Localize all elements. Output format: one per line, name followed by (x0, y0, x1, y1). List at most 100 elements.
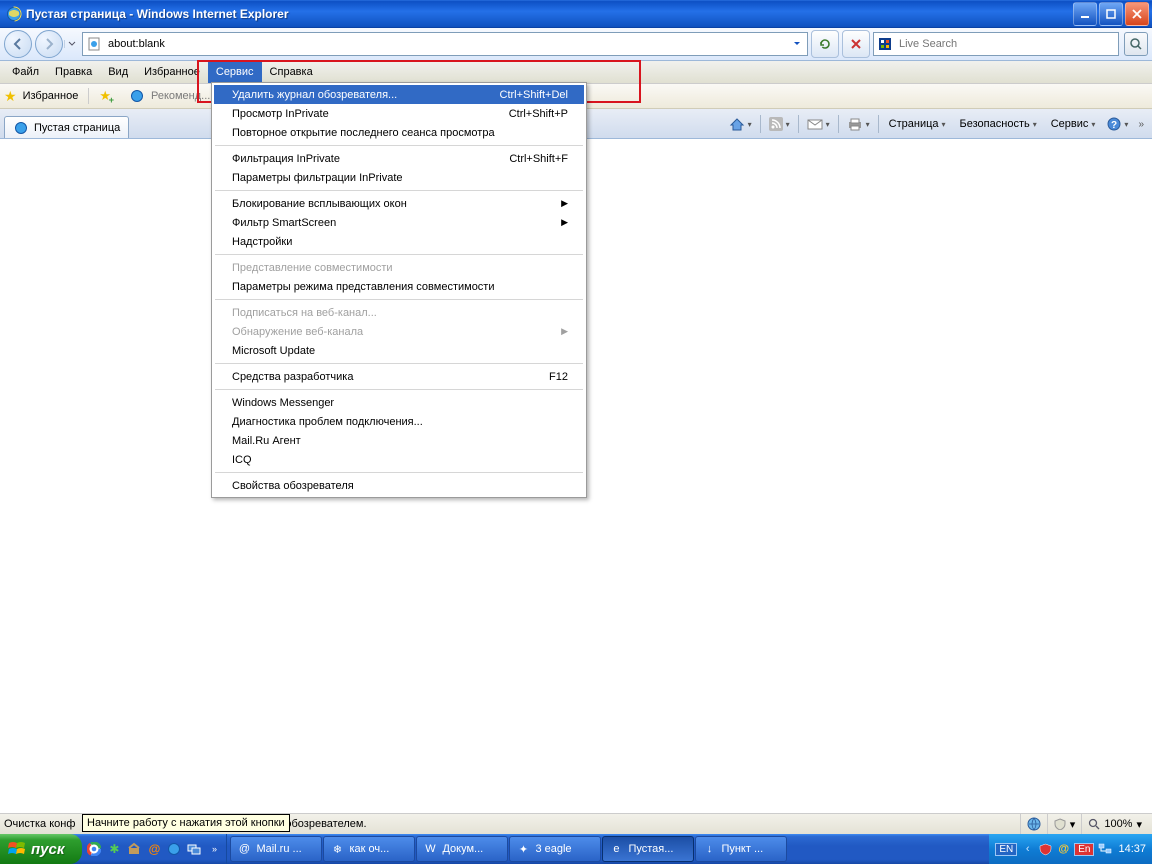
menu-item-5[interactable]: Справка (262, 61, 321, 83)
start-label: пуск (31, 841, 64, 858)
ql-chrome-icon[interactable] (85, 840, 103, 858)
ql-ie-icon[interactable] (165, 840, 183, 858)
separator (878, 115, 879, 133)
status-zoom[interactable]: 100%▾ (1081, 814, 1148, 834)
menu-entry-label: Повторное открытие последнего сеанса про… (232, 127, 568, 139)
menu-item-2[interactable]: Вид (100, 61, 136, 83)
address-dropdown[interactable] (789, 40, 804, 48)
taskbar-item[interactable]: ✦3 eagle (509, 836, 601, 862)
mail-button[interactable]: ▾ (803, 113, 834, 135)
menu-item-0[interactable]: Файл (4, 61, 47, 83)
taskbar-item-icon: W (422, 841, 438, 857)
favorites-star-icon[interactable]: ★ (4, 88, 17, 105)
menu-item-3[interactable]: Избранное (136, 61, 208, 83)
tray-network-icon[interactable] (1097, 842, 1112, 857)
print-button[interactable]: ▾ (843, 113, 874, 135)
lang-indicator-2[interactable]: En (1074, 843, 1094, 856)
menu-entry-label: Свойства обозревателя (232, 480, 568, 492)
taskbar-item[interactable]: ❄как оч... (323, 836, 415, 862)
menu-entry[interactable]: Повторное открытие последнего сеанса про… (214, 123, 584, 142)
tray-mail-icon[interactable]: @ (1056, 842, 1071, 857)
taskbar-item-icon: ❄ (329, 841, 345, 857)
menu-item-1[interactable]: Правка (47, 61, 100, 83)
lang-indicator-1[interactable]: EN (995, 843, 1017, 856)
ql-icon-3[interactable] (125, 840, 143, 858)
nav-history-dropdown[interactable] (64, 40, 79, 48)
menu-entry[interactable]: Фильтрация InPrivateCtrl+Shift+F (214, 149, 584, 168)
menu-entry[interactable]: Диагностика проблем подключения... (214, 412, 584, 431)
page-icon (86, 36, 102, 52)
menu-entry[interactable]: ICQ (214, 450, 584, 469)
menu-entry[interactable]: Windows Messenger (214, 393, 584, 412)
menu-entry-label: Параметры фильтрации InPrivate (232, 172, 568, 184)
taskbar-item[interactable]: WДокум... (416, 836, 508, 862)
command-bar: ▾ ▾ ▾ ▾ Страница▾ Безопасность▾ Сервис▾ … (725, 109, 1148, 139)
help-button[interactable]: ?▾ (1103, 113, 1132, 135)
suggested-link[interactable]: Рекоменд... (151, 90, 210, 102)
status-zone-icon[interactable] (1020, 814, 1047, 834)
windows-flag-icon (8, 840, 26, 858)
search-go-button[interactable] (1124, 32, 1148, 56)
navigation-bar (0, 28, 1152, 61)
taskbar-item[interactable]: @Mail.ru ... (230, 836, 322, 862)
menu-item-4[interactable]: Сервис (208, 61, 262, 83)
search-provider-icon (877, 36, 893, 52)
separator (88, 88, 89, 104)
menu-separator (215, 363, 583, 364)
ql-icon-2[interactable]: ✱ (105, 840, 123, 858)
menu-entry-shortcut: Ctrl+Shift+Del (500, 89, 568, 101)
separator (760, 115, 761, 133)
menu-entry-label: Microsoft Update (232, 345, 568, 357)
ql-icon-6[interactable] (185, 840, 203, 858)
menu-entry-label: ICQ (232, 454, 568, 466)
tools-menu-button[interactable]: Сервис▾ (1045, 113, 1102, 135)
menu-entry[interactable]: Удалить журнал обозревателя...Ctrl+Shift… (214, 85, 584, 104)
menu-entry[interactable]: Средства разработчикаF12 (214, 367, 584, 386)
quick-launch: ✱ @ » (82, 834, 227, 864)
ql-overflow[interactable]: » (205, 840, 223, 858)
search-box[interactable] (873, 32, 1119, 56)
menu-entry-label: Блокирование всплывающих окон (232, 198, 561, 210)
add-favorite-icon[interactable]: ★ + (99, 88, 111, 104)
tray-arrow-icon[interactable]: ‹ (1020, 842, 1035, 857)
menu-entry[interactable]: Надстройки (214, 232, 584, 251)
window-minimize-button[interactable] (1073, 2, 1097, 26)
menu-entry[interactable]: Mail.Ru Агент (214, 431, 584, 450)
clock[interactable]: 14:37 (1118, 843, 1146, 855)
menu-separator (215, 389, 583, 390)
address-input[interactable] (106, 37, 785, 51)
home-button[interactable]: ▾ (725, 113, 756, 135)
command-overflow[interactable]: » (1134, 113, 1148, 135)
back-button[interactable] (4, 30, 32, 58)
ie-icon (6, 6, 22, 22)
window-close-button[interactable] (1125, 2, 1149, 26)
taskbar-item-label: 3 eagle (535, 843, 571, 855)
security-menu-button[interactable]: Безопасность▾ (954, 113, 1043, 135)
search-input[interactable] (897, 37, 1115, 51)
taskbar-item[interactable]: ↓Пункт ... (695, 836, 787, 862)
address-bar[interactable] (82, 32, 808, 56)
menu-entry[interactable]: Свойства обозревателя (214, 476, 584, 495)
stop-button[interactable] (842, 30, 870, 58)
menu-entry-label: Mail.Ru Агент (232, 435, 568, 447)
menu-entry[interactable]: Microsoft Update (214, 341, 584, 360)
tab-active[interactable]: Пустая страница (4, 116, 129, 139)
favorites-label[interactable]: Избранное (23, 90, 79, 102)
forward-button[interactable] (35, 30, 63, 58)
status-text-right: обозревателем. (285, 818, 366, 830)
menu-entry[interactable]: Параметры фильтрации InPrivate (214, 168, 584, 187)
menu-entry[interactable]: Просмотр InPrivateCtrl+Shift+P (214, 104, 584, 123)
menu-entry[interactable]: Блокирование всплывающих окон▶ (214, 194, 584, 213)
page-menu-button[interactable]: Страница▾ (883, 113, 952, 135)
tray-security-icon[interactable] (1038, 842, 1053, 857)
menu-entry[interactable]: Параметры режима представления совместим… (214, 277, 584, 296)
menu-entry[interactable]: Фильтр SmartScreen▶ (214, 213, 584, 232)
feeds-button[interactable]: ▾ (765, 113, 794, 135)
menu-entry-shortcut: F12 (549, 371, 568, 383)
start-button[interactable]: пуск (0, 834, 82, 864)
taskbar-item[interactable]: eПустая... (602, 836, 694, 862)
status-protected-mode: ▾ (1047, 814, 1082, 834)
window-maximize-button[interactable] (1099, 2, 1123, 26)
refresh-button[interactable] (811, 30, 839, 58)
ql-mail-icon[interactable]: @ (145, 840, 163, 858)
